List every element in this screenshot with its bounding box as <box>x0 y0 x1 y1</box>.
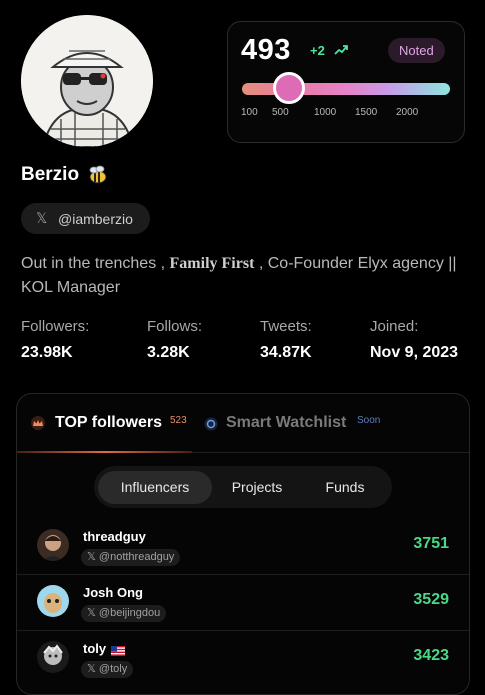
soon-badge: Soon <box>357 415 381 426</box>
follower-handle: 𝕏 @notthreadguy <box>81 549 181 566</box>
top-followers-count: 523 <box>170 415 187 426</box>
follower-row[interactable]: Josh Ong 𝕏 @beijingdou 3529 <box>17 576 469 632</box>
follower-name: Josh Ong <box>83 585 143 600</box>
stat-follows-value: 3.28K <box>147 344 190 361</box>
follower-score: 3423 <box>413 647 449 664</box>
stat-tweets-value: 34.87K <box>260 344 312 361</box>
trend-up-icon <box>334 43 348 62</box>
scale-tick: 100 <box>241 107 258 118</box>
follower-score: 3529 <box>413 591 449 608</box>
row-divider <box>17 574 469 575</box>
bio-text-serif: Family First <box>169 255 255 272</box>
stat-followers-value: 23.98K <box>21 344 73 361</box>
noted-badge: Noted <box>388 38 445 63</box>
scale-tick: 1500 <box>355 107 378 118</box>
active-tab-indicator <box>17 451 192 453</box>
stat-follows-label: Follows: <box>147 318 203 335</box>
follower-handle: 𝕏 @toly <box>81 661 134 678</box>
follower-name: threadguy <box>83 529 146 544</box>
top-followers-card: TOP followers 523 Smart Watchlist Soon I… <box>16 393 470 695</box>
follower-row[interactable]: threadguy 𝕏 @notthreadguy 3751 <box>17 520 469 576</box>
crown-icon <box>30 416 46 435</box>
scale-tick: 1000 <box>314 107 337 118</box>
score-slider-thumb[interactable] <box>272 72 305 104</box>
follower-handle: 𝕏 @beijingdou <box>81 605 167 622</box>
follower-score: 3751 <box>413 535 449 552</box>
scale-tick: 2000 <box>396 107 419 118</box>
tab-smart-watchlist[interactable]: Smart Watchlist <box>226 414 346 432</box>
x-handle-chip[interactable]: 𝕏 @iamberzio <box>21 203 150 234</box>
segment-influencers[interactable]: Influencers <box>98 466 212 508</box>
stat-tweets-label: Tweets: <box>260 318 312 335</box>
score-card: 493 +2 Noted 100 500 1000 1500 2000 <box>227 21 465 143</box>
us-flag-icon <box>111 643 125 661</box>
follower-name: toly <box>83 641 107 656</box>
score-value: 493 <box>241 34 291 66</box>
category-segmented-control: Influencers Projects Funds <box>94 466 392 508</box>
bio-text: Out in the trenches , <box>21 255 170 272</box>
segment-projects[interactable]: Projects <box>214 466 300 508</box>
profile-avatar <box>21 15 153 147</box>
x-handle: @iamberzio <box>58 211 133 227</box>
stat-followers-label: Followers: <box>21 318 90 335</box>
profile-bio: Out in the trenches , Family First , Co-… <box>21 252 469 300</box>
follower-avatar <box>37 529 69 561</box>
row-divider <box>17 630 469 631</box>
segment-funds[interactable]: Funds <box>302 466 388 508</box>
follower-avatar <box>37 641 69 673</box>
score-delta: +2 <box>310 43 325 58</box>
scale-tick: 500 <box>272 107 289 118</box>
tab-top-followers[interactable]: TOP followers <box>55 414 162 432</box>
bee-icon <box>86 165 108 190</box>
profile-name: Berzio <box>21 164 80 185</box>
x-logo-icon: 𝕏 <box>36 210 48 226</box>
follower-row[interactable]: toly 𝕏 @toly 3423 <box>17 632 469 688</box>
watchlist-icon <box>204 417 218 436</box>
follower-avatar <box>37 585 69 617</box>
stat-joined-label: Joined: <box>370 318 419 335</box>
stat-joined-value: Nov 9, 2023 <box>370 344 459 361</box>
